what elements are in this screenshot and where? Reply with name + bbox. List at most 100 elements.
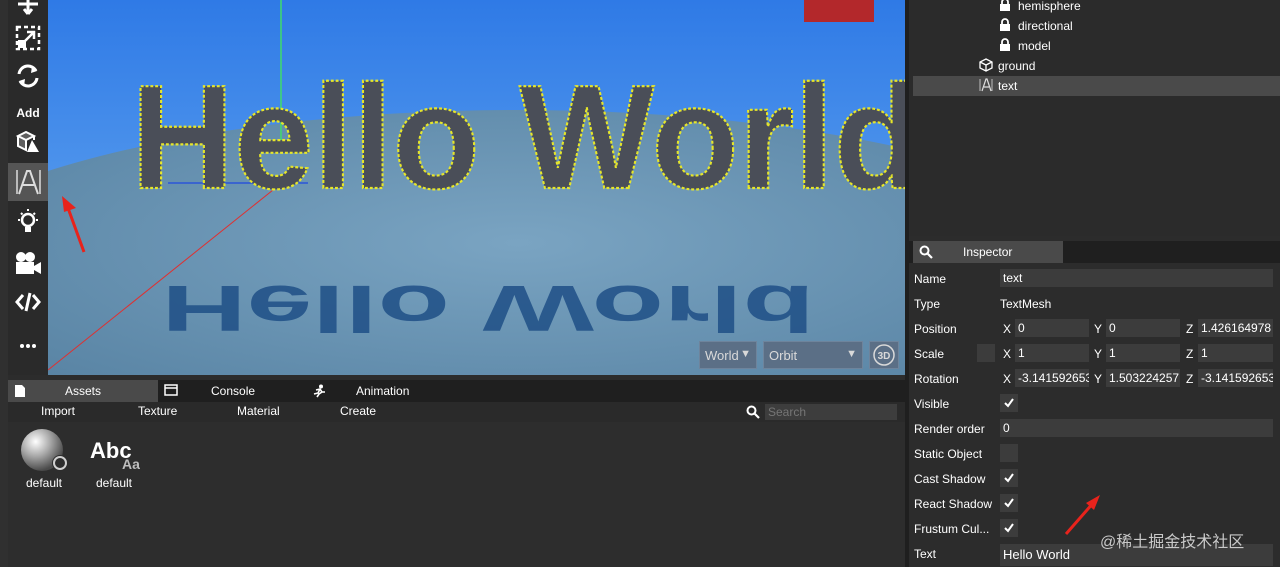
watermark: @稀土掘金技术社区 (1100, 534, 1245, 551)
prop-label: Render order (914, 422, 985, 436)
name-field[interactable]: text (1000, 269, 1273, 287)
space-select[interactable]: World ▼ (699, 341, 757, 369)
rotation-z-field[interactable]: -3.141592653 (1198, 369, 1273, 387)
chevron-down-icon: ▼ (740, 348, 751, 360)
assets-menu-bar: Import Texture Material Create (8, 402, 905, 422)
axis-x-label: X (1003, 322, 1012, 336)
red-cube (804, 0, 874, 22)
texture-menu[interactable]: Texture (138, 404, 177, 418)
axis-y-label: Y (1094, 322, 1103, 336)
console-icon (164, 384, 178, 396)
chevron-down-icon: ▼ (846, 348, 857, 360)
checkmark-icon (1004, 473, 1014, 483)
asset-label: default (95, 476, 133, 490)
material-sphere-icon (21, 429, 68, 471)
assets-panel: Assets Console Animation Import Texture … (8, 375, 905, 567)
rotate-icon[interactable] (8, 58, 48, 94)
position-y-field[interactable]: 0 (1106, 319, 1180, 337)
light-icon[interactable] (8, 203, 48, 239)
scale-lock-checkbox[interactable] (977, 344, 995, 362)
text-icon[interactable] (8, 163, 48, 201)
prop-rotation: Rotation X -3.141592653 Y 1.503224257 Z … (909, 367, 1280, 389)
prop-scale: Scale X 1 Y 1 Z 1 (909, 342, 1280, 364)
lock-icon (1000, 38, 1010, 51)
tree-item-ground[interactable]: ground (913, 56, 1280, 76)
move-icon[interactable] (8, 0, 48, 22)
lock-icon (1000, 18, 1010, 31)
asset-font-default[interactable]: Abc Aa default (84, 426, 144, 490)
3d-viewport[interactable]: Hello World Hello World World ▼ Orbit ▼ … (48, 0, 905, 375)
scale-y-field[interactable]: 1 (1106, 344, 1180, 362)
font-preview-small: Aa (122, 456, 140, 472)
rotation-y-field[interactable]: 1.503224257 (1106, 369, 1180, 387)
lock-icon (1000, 0, 1010, 11)
tree-item-label: text (998, 79, 1018, 93)
camera-select-value: Orbit (769, 347, 798, 363)
prop-type: Type TextMesh (909, 292, 1280, 314)
prop-label: Text (914, 547, 937, 561)
tab-inspector[interactable]: Inspector (913, 241, 1063, 263)
search-icon (919, 245, 933, 259)
axis-y-label: Y (1094, 347, 1103, 361)
tree-item-label: directional (1018, 19, 1073, 33)
tree-item-label: model (1018, 39, 1051, 53)
view-3d-button[interactable]: 3D (869, 341, 899, 369)
tab-inspector-label: Inspector (963, 245, 1013, 259)
tab-animation[interactable]: Animation (308, 380, 458, 402)
tree-item-label: ground (998, 59, 1036, 73)
add-label: Add (16, 106, 40, 120)
react-shadow-checkbox[interactable] (1000, 494, 1018, 512)
tab-assets[interactable]: Assets (8, 380, 158, 402)
prop-react-shadow: React Shadow (909, 492, 1280, 514)
scale-icon[interactable] (8, 20, 48, 56)
axis-y-label: Y (1094, 372, 1103, 386)
file-icon (15, 385, 25, 397)
asset-material-default[interactable]: default (14, 426, 74, 490)
position-z-field[interactable]: 1.426164978 (1198, 319, 1273, 337)
static-object-checkbox[interactable] (1000, 444, 1018, 462)
box-icon[interactable] (8, 124, 48, 160)
rotation-x-field[interactable]: -3.141592653 (1015, 369, 1089, 387)
tree-item-directional[interactable]: directional (913, 16, 1280, 36)
scene-hierarchy: hemisphere directional model ground text (905, 0, 1280, 236)
visible-checkbox[interactable] (1000, 394, 1018, 412)
prop-static-object: Static Object (909, 442, 1280, 464)
prop-cast-shadow: Cast Shadow (909, 467, 1280, 489)
prop-label: Frustum Cul... (914, 522, 990, 536)
create-menu[interactable]: Create (340, 404, 376, 418)
text-icon (979, 78, 993, 92)
more-icon[interactable] (8, 324, 48, 360)
checkmark-icon (1004, 398, 1014, 408)
prop-label: React Shadow (914, 497, 993, 511)
camera-select[interactable]: Orbit ▼ (763, 341, 863, 369)
tree-item-model[interactable]: model (913, 36, 1280, 56)
bottom-tab-bar: Assets Console Animation (8, 380, 905, 402)
cube-icon (979, 58, 993, 72)
camera-icon[interactable] (8, 245, 48, 281)
tree-item-hemisphere[interactable]: hemisphere (913, 0, 1280, 16)
render-order-field[interactable]: 0 (1000, 419, 1273, 437)
left-toolbar: Add (8, 0, 48, 375)
editor-app: Add Hello World Hello World World ▼ Orbi… (0, 0, 1280, 567)
position-x-field[interactable]: 0 (1015, 319, 1089, 337)
material-menu[interactable]: Material (237, 404, 280, 418)
inspector-panel: Inspector Name text Type TextMesh Positi… (905, 236, 1280, 567)
asset-search-input[interactable] (765, 404, 897, 420)
view-3d-label: 3D (878, 351, 891, 362)
hello-world-mesh: Hello World (131, 55, 905, 220)
prop-label: Type (914, 297, 941, 311)
axis-z-label: Z (1186, 372, 1194, 386)
cast-shadow-checkbox[interactable] (1000, 469, 1018, 487)
tab-animation-label: Animation (356, 384, 410, 398)
frustum-culled-checkbox[interactable] (1000, 519, 1018, 537)
axis-x-label: X (1003, 347, 1012, 361)
axis-x-label: X (1003, 372, 1012, 386)
scale-x-field[interactable]: 1 (1015, 344, 1089, 362)
code-icon[interactable] (8, 284, 48, 320)
import-menu[interactable]: Import (41, 404, 75, 418)
scale-z-field[interactable]: 1 (1198, 344, 1273, 362)
prop-label: Name (914, 272, 947, 286)
tree-item-text[interactable]: text (913, 76, 1280, 96)
checkmark-icon (1004, 498, 1014, 508)
tab-console[interactable]: Console (158, 380, 308, 402)
